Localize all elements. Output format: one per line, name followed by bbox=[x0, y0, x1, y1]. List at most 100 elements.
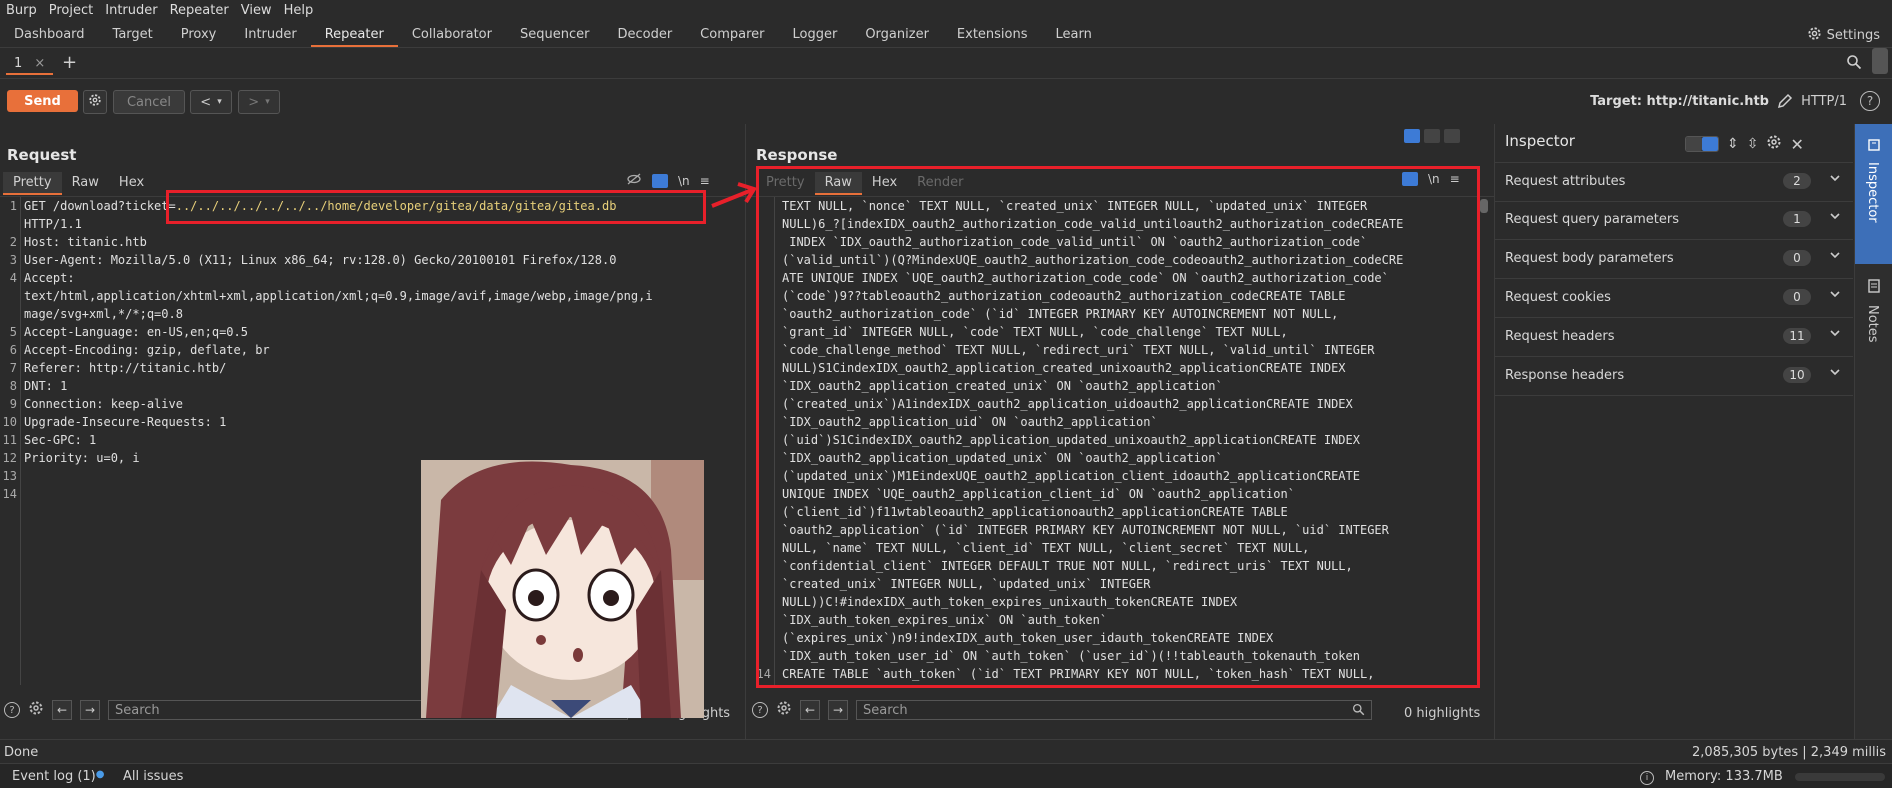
inspector-row-label: Request headers bbox=[1505, 329, 1615, 344]
anime-character-image bbox=[421, 460, 704, 718]
inspector-row-label: Request body parameters bbox=[1505, 251, 1674, 266]
chevron-down-icon: ▾ bbox=[217, 97, 222, 107]
memory-usage: Memory: 133.7MB bbox=[1665, 769, 1783, 784]
inspector-row[interactable]: Request attributes 2 bbox=[1495, 162, 1853, 202]
tab-dashboard[interactable]: Dashboard bbox=[0, 27, 99, 47]
chevron-down-icon bbox=[1829, 327, 1841, 343]
bottom-bar: Event log (1)● All issues i Memory: 133.… bbox=[0, 763, 1892, 788]
request-text: GET /download?ticket=../../../../../../.… bbox=[24, 197, 724, 467]
response-search-input[interactable]: Search bbox=[856, 700, 1372, 720]
search-placeholder: Search bbox=[863, 702, 908, 718]
inspector-row-label: Request query parameters bbox=[1505, 212, 1680, 227]
settings-label: Settings bbox=[1826, 28, 1880, 43]
tab-comparer[interactable]: Comparer bbox=[686, 27, 778, 47]
gear-icon[interactable] bbox=[28, 700, 44, 720]
inspector-row-label: Request cookies bbox=[1505, 290, 1611, 305]
event-log-label: Event log (1) bbox=[12, 769, 96, 784]
menu-view[interactable]: View bbox=[235, 3, 278, 18]
previous-request-button[interactable]: < ▾ bbox=[190, 90, 232, 114]
tab-extensions[interactable]: Extensions bbox=[943, 27, 1042, 47]
arrow-left-icon[interactable]: ← bbox=[800, 700, 820, 720]
tab-pretty[interactable]: Pretty bbox=[3, 172, 62, 195]
tab-intruder[interactable]: Intruder bbox=[230, 27, 310, 47]
gear-icon[interactable] bbox=[1766, 134, 1782, 154]
inspector-row[interactable]: Request cookies 0 bbox=[1495, 279, 1853, 318]
tab-decoder[interactable]: Decoder bbox=[603, 27, 686, 47]
inspector-row[interactable]: Request body parameters 0 bbox=[1495, 240, 1853, 279]
count-badge: 10 bbox=[1783, 367, 1811, 383]
tab-learn[interactable]: Learn bbox=[1042, 27, 1106, 47]
arrow-right-icon[interactable]: → bbox=[828, 700, 848, 720]
gear-icon[interactable] bbox=[776, 700, 792, 720]
menu-help[interactable]: Help bbox=[278, 3, 320, 18]
line-numbers: 1 2 3 4 5 6 7 8 9 10 11 12 13 14 bbox=[0, 197, 21, 685]
tab-collaborator[interactable]: Collaborator bbox=[398, 27, 506, 47]
count-badge: 0 bbox=[1783, 289, 1811, 305]
collapse-icon[interactable]: ⇳ bbox=[1747, 136, 1759, 152]
tab-hex[interactable]: Hex bbox=[109, 172, 154, 195]
gear-icon bbox=[1807, 26, 1822, 45]
chevron-down-icon: ▾ bbox=[265, 97, 270, 107]
add-tab-icon[interactable]: + bbox=[62, 52, 77, 73]
arrow-left-icon[interactable]: ← bbox=[52, 700, 72, 720]
close-icon[interactable]: ✕ bbox=[1790, 135, 1803, 154]
repeater-tab-1[interactable]: 1 × bbox=[6, 54, 54, 75]
tab-repeater[interactable]: Repeater bbox=[310, 27, 398, 47]
tab-logger[interactable]: Logger bbox=[779, 27, 852, 47]
tab-organizer[interactable]: Organizer bbox=[851, 27, 943, 47]
menu-project[interactable]: Project bbox=[43, 3, 99, 18]
chevron-down-icon bbox=[1829, 366, 1841, 382]
help-icon[interactable]: ? bbox=[752, 702, 768, 718]
notification-dot-icon: ● bbox=[95, 769, 105, 780]
http-version-label[interactable]: HTTP/1 bbox=[1801, 94, 1847, 109]
settings-button[interactable]: Settings bbox=[1807, 26, 1880, 45]
request-line: DNT: 1 bbox=[24, 379, 68, 393]
wrap-lines-icon[interactable] bbox=[652, 173, 668, 188]
request-editor-actions: \n ≡ bbox=[626, 172, 710, 189]
status-bar: Done 2,085,305 bytes | 2,349 millis bbox=[0, 739, 1892, 764]
search-icon[interactable] bbox=[1846, 54, 1862, 74]
send-options-button[interactable] bbox=[83, 90, 107, 114]
chevron-right-icon: > bbox=[248, 94, 260, 110]
help-icon[interactable]: ? bbox=[4, 702, 20, 718]
rail-inspector-tab[interactable]: Inspector bbox=[1855, 124, 1892, 264]
scrollbar[interactable] bbox=[1872, 48, 1888, 74]
tab-proxy[interactable]: Proxy bbox=[167, 27, 231, 47]
menu-burp[interactable]: Burp bbox=[0, 3, 43, 18]
inspector-row[interactable]: Request query parameters 1 bbox=[1495, 201, 1853, 240]
next-request-button[interactable]: > ▾ bbox=[238, 90, 280, 114]
main-tabs: Dashboard Target Proxy Intruder Repeater… bbox=[0, 21, 1892, 48]
pencil-icon[interactable] bbox=[1776, 92, 1794, 114]
inspector-panel: Inspector ⇕ ⇳ ✕ Request attributes 2 Req… bbox=[1495, 124, 1853, 739]
scrollbar[interactable] bbox=[1480, 199, 1488, 213]
expand-icon[interactable]: ⇕ bbox=[1727, 136, 1739, 152]
repeater-subtabs: 1 × + bbox=[0, 48, 1892, 79]
tab-raw[interactable]: Raw bbox=[62, 172, 109, 195]
cancel-button[interactable]: Cancel bbox=[113, 90, 185, 114]
hide-icon[interactable] bbox=[626, 172, 642, 189]
all-issues-link[interactable]: All issues bbox=[123, 769, 183, 784]
rail-notes-tab[interactable]: Notes bbox=[1855, 269, 1892, 379]
inspector-row[interactable]: Request headers 11 bbox=[1495, 318, 1853, 357]
menu-intruder[interactable]: Intruder bbox=[99, 3, 163, 18]
list-icon[interactable] bbox=[1686, 137, 1702, 151]
event-log-link[interactable]: Event log (1)● bbox=[12, 769, 104, 784]
chevron-down-icon bbox=[1829, 210, 1841, 226]
close-icon[interactable]: × bbox=[34, 56, 45, 71]
tab-sequencer[interactable]: Sequencer bbox=[506, 27, 603, 47]
send-button[interactable]: Send bbox=[7, 90, 78, 112]
target-label[interactable]: Target: http://titanic.htb bbox=[1590, 94, 1769, 109]
response-highlights: 0 highlights bbox=[1404, 706, 1481, 721]
tab-target[interactable]: Target bbox=[99, 27, 167, 47]
panel-icon[interactable] bbox=[1702, 137, 1718, 151]
count-badge: 0 bbox=[1783, 250, 1811, 266]
arrow-right-icon[interactable]: → bbox=[80, 700, 100, 720]
newline-icon[interactable]: \n bbox=[678, 174, 690, 188]
count-badge: 1 bbox=[1783, 211, 1811, 227]
request-line: Upgrade-Insecure-Requests: 1 bbox=[24, 415, 227, 429]
inspector-row[interactable]: Response headers 10 bbox=[1495, 357, 1853, 396]
annotation-arrow-icon bbox=[711, 182, 758, 208]
help-icon[interactable]: ? bbox=[1860, 91, 1880, 111]
inspector-layout-toggle[interactable] bbox=[1685, 136, 1719, 152]
menu-repeater[interactable]: Repeater bbox=[164, 3, 235, 18]
